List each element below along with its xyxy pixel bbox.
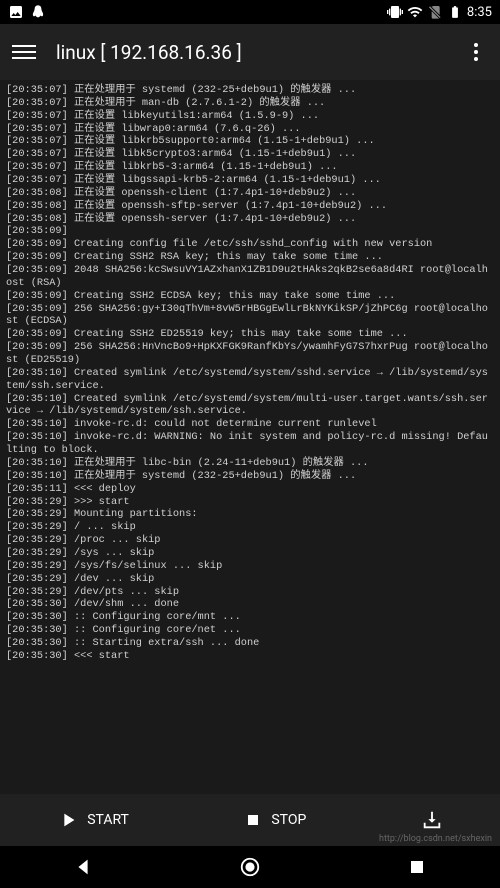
android-status-bar: 8:35	[0, 0, 500, 24]
terminal-line: [20:35:07] 正在设置 libgssapi-krb5-2:arm64 (…	[6, 174, 494, 187]
terminal-line: [20:35:10] 正在处理用于 systemd (232-25+deb9u1…	[6, 470, 494, 483]
battery-icon	[447, 4, 463, 20]
play-icon	[57, 809, 79, 831]
vibrate-icon	[387, 4, 403, 20]
wifi-icon	[407, 4, 423, 20]
android-nav-bar	[0, 846, 500, 888]
terminal-line: [20:35:10] Created symlink /etc/systemd/…	[6, 367, 494, 393]
terminal-line: [20:35:09] 256 SHA256:gy+I30qThVm+8vW5rH…	[6, 303, 494, 329]
terminal-line: [20:35:10] invoke-rc.d: WARNING: No init…	[6, 431, 494, 457]
terminal-line: [20:35:30] :: Configuring core/net ...	[6, 624, 494, 637]
start-label: START	[87, 812, 129, 828]
terminal-line: [20:35:10] invoke-rc.d: could not determ…	[6, 418, 494, 431]
terminal-output[interactable]: [20:35:07] 正在处理用于 systemd (232-25+deb9u1…	[0, 80, 500, 794]
app-title: linux [ 192.168.16.36 ]	[56, 41, 464, 64]
terminal-line: [20:35:07] 正在设置 libk5crypto3:arm64 (1.15…	[6, 148, 494, 161]
terminal-line: [20:35:07] 正在设置 libwrap0:arm64 (7.6.q-26…	[6, 123, 494, 136]
terminal-line: [20:35:07] 正在设置 libkeyutils1:arm64 (1.5.…	[6, 110, 494, 123]
terminal-line: [20:35:11] <<< deploy	[6, 483, 494, 496]
terminal-line: [20:35:09] Creating SSH2 ECDSA key; this…	[6, 290, 494, 303]
terminal-line: [20:35:29] /dev ... skip	[6, 573, 494, 586]
terminal-line: [20:35:09] 256 SHA256:HnVncBo9+HpKXFGK9R…	[6, 341, 494, 367]
terminal-line: [20:35:09] Creating SSH2 RSA key; this m…	[6, 251, 494, 264]
terminal-line: [20:35:08] 正在设置 openssh-sftp-server (1:7…	[6, 200, 494, 213]
image-icon	[8, 4, 24, 20]
recents-button[interactable]	[405, 855, 429, 879]
terminal-line: [20:35:29] /dev/pts ... skip	[6, 586, 494, 599]
terminal-line: [20:35:09] Creating config file /etc/ssh…	[6, 238, 494, 251]
terminal-line: [20:35:29] /proc ... skip	[6, 534, 494, 547]
terminal-line: [20:35:10] Created symlink /etc/systemd/…	[6, 393, 494, 419]
terminal-line: [20:35:30] :: Starting extra/ssh ... don…	[6, 637, 494, 650]
download-icon	[421, 809, 443, 831]
stop-label: STOP	[271, 812, 306, 828]
terminal-line: [20:35:07] 正在设置 libkrb5-3:arm64 (1.15-1+…	[6, 161, 494, 174]
terminal-line: [20:35:29] /sys/fs/selinux ... skip	[6, 560, 494, 573]
more-icon[interactable]	[464, 43, 488, 61]
terminal-line: [20:35:30] :: Configuring core/mnt ...	[6, 611, 494, 624]
no-sim-icon	[427, 4, 443, 20]
terminal-line: [20:35:30] /dev/shm ... done	[6, 598, 494, 611]
penguin-icon	[30, 4, 46, 20]
app-bar: linux [ 192.168.16.36 ]	[0, 24, 500, 80]
watermark: http://blog.csdn.net/sxhexin	[379, 834, 492, 844]
start-button[interactable]: START	[45, 801, 141, 839]
terminal-line: [20:35:09]	[6, 225, 494, 238]
back-button[interactable]	[71, 855, 95, 879]
menu-icon[interactable]	[12, 40, 36, 64]
terminal-line: [20:35:08] 正在设置 openssh-client (1:7.4p1-…	[6, 187, 494, 200]
terminal-line: [20:35:10] 正在处理用于 libc-bin (2.24-11+deb9…	[6, 457, 494, 470]
status-time: 8:35	[467, 5, 492, 20]
stop-button[interactable]: STOP	[231, 802, 318, 838]
terminal-line: [20:35:29] Mounting partitions:	[6, 508, 494, 521]
home-button[interactable]	[238, 855, 262, 879]
terminal-line: [20:35:30] <<< start	[6, 650, 494, 663]
terminal-line: [20:35:29] / ... skip	[6, 521, 494, 534]
stop-icon	[243, 810, 263, 830]
terminal-line: [20:35:29] >>> start	[6, 496, 494, 509]
terminal-line: [20:35:29] /sys ... skip	[6, 547, 494, 560]
terminal-line: [20:35:07] 正在处理用于 systemd (232-25+deb9u1…	[6, 84, 494, 97]
terminal-line: [20:35:09] Creating SSH2 ED25519 key; th…	[6, 328, 494, 341]
terminal-line: [20:35:07] 正在设置 libkrb5support0:arm64 (1…	[6, 135, 494, 148]
terminal-line: [20:35:09] 2048 SHA256:kcSwsuVY1AZxhanX1…	[6, 264, 494, 290]
terminal-line: [20:35:08] 正在设置 openssh-server (1:7.4p1-…	[6, 213, 494, 226]
terminal-line: [20:35:07] 正在处理用于 man-db (2.7.6.1-2) 的触发…	[6, 97, 494, 110]
